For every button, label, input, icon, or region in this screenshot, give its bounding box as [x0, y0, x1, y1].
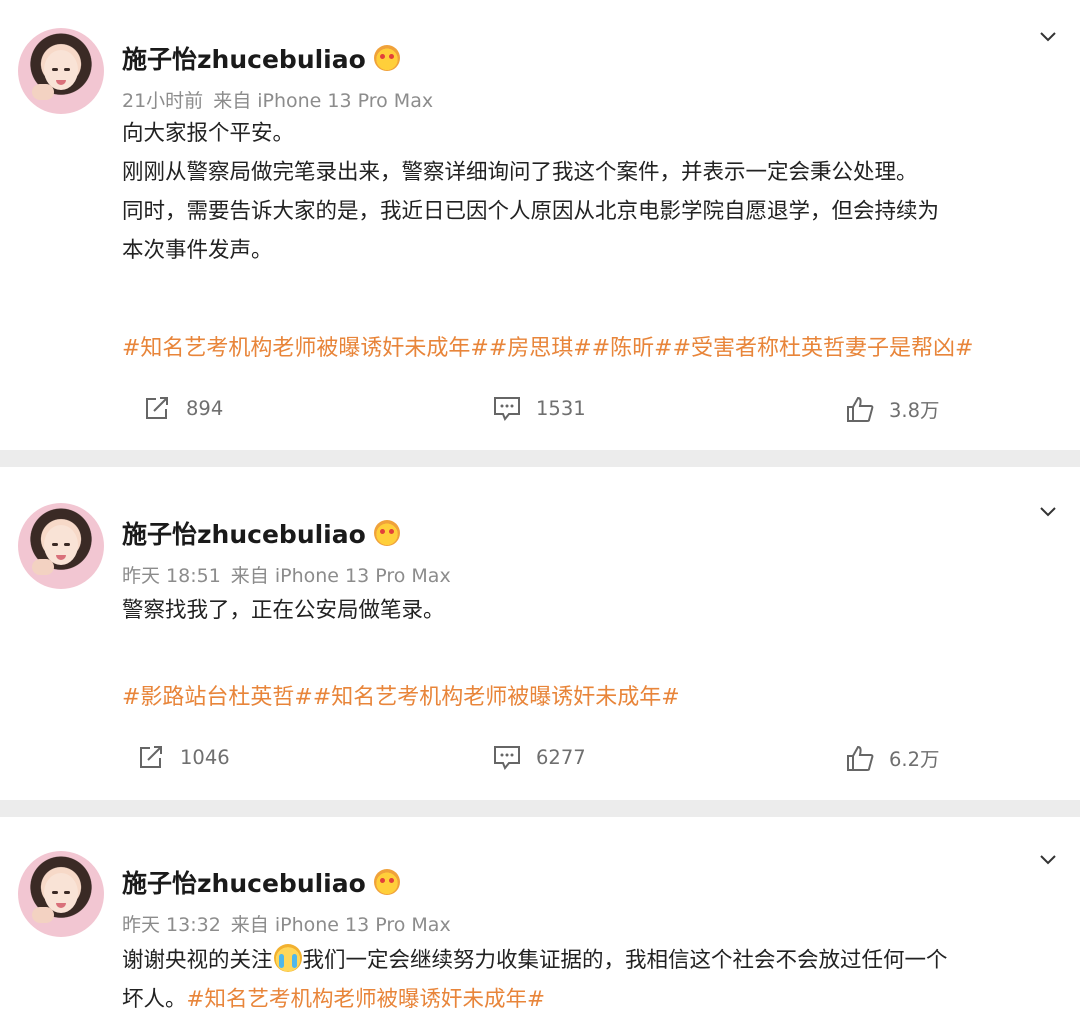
post-source: 来自 iPhone 13 Pro Max	[230, 914, 451, 936]
post-line: 刚刚从警察局做完笔录出来，警察详细询问了我这个案件，并表示一定会秉公处理。	[122, 160, 918, 185]
comment-button[interactable]: 6277	[492, 743, 586, 771]
post-body: 谢谢央视的关注 我们一定会继续努力收集证据的，我相信这个社会不会放过任何一个 坏人…	[122, 941, 1062, 1019]
post-body: 向大家报个平安。 刚刚从警察局做完笔录出来，警察详细询问了我这个案件，并表示一定…	[122, 114, 1062, 270]
repost-button[interactable]: 894	[142, 394, 223, 422]
post-text: 我们一定会继续努力收集证据的，我相信这个社会不会放过任何一个	[302, 948, 948, 973]
post-time: 昨天 18:51	[122, 565, 221, 587]
post-meta: 昨天 13:32 来自 iPhone 13 Pro Max	[122, 910, 451, 937]
post-line: 向大家报个平安。	[122, 121, 295, 146]
comment-count: 6277	[536, 745, 586, 769]
like-count: 3.8万	[889, 399, 940, 422]
post-source: 来自 iPhone 13 Pro Max	[230, 565, 451, 587]
action-bar: 1046 6277 6.2万	[0, 743, 1080, 783]
post-line: 本次事件发声。	[122, 238, 273, 263]
username[interactable]: 施子怡zhucebuliao	[122, 515, 366, 551]
vip-badge-icon	[373, 520, 400, 546]
post-meta: 21小时前 来自 iPhone 13 Pro Max	[122, 86, 433, 113]
chevron-down-icon[interactable]	[1038, 501, 1058, 521]
post-body: 警察找我了，正在公安局做笔录。	[122, 591, 1062, 630]
post-line: 警察找我了，正在公安局做笔录。	[122, 598, 445, 623]
username[interactable]: 施子怡zhucebuliao	[122, 40, 366, 76]
hashtags[interactable]: #知名艺考机构老师被曝诱奸未成年##房思琪##陈昕##受害者称杜英哲妻子是帮凶#	[122, 330, 1062, 362]
vip-badge-icon	[373, 869, 400, 895]
username[interactable]: 施子怡zhucebuliao	[122, 864, 366, 900]
like-count: 6.2万	[889, 748, 940, 771]
weibo-post-2: 施子怡zhucebuliao 昨天 18:51 来自 iPhone 13 Pro…	[0, 467, 1080, 800]
weibo-post-3: 施子怡zhucebuliao 昨天 13:32 来自 iPhone 13 Pro…	[0, 817, 1080, 1031]
user-name-row: 施子怡zhucebuliao	[122, 513, 400, 553]
like-icon	[847, 745, 874, 771]
post-time: 昨天 13:32	[122, 914, 221, 936]
avatar[interactable]	[18, 851, 104, 937]
comment-count: 1531	[536, 396, 586, 420]
avatar[interactable]	[18, 28, 104, 114]
avatar[interactable]	[18, 503, 104, 589]
post-source: 来自 iPhone 13 Pro Max	[213, 90, 434, 112]
post-line: 谢谢央视的关注 我们一定会继续努力收集证据的，我相信这个社会不会放过任何一个	[122, 941, 1062, 980]
chevron-down-icon[interactable]	[1038, 849, 1058, 869]
post-line: 坏人。#知名艺考机构老师被曝诱奸未成年#	[122, 980, 1062, 1019]
post-line: 同时，需要告诉大家的是，我近日已因个人原因从北京电影学院自愿退学，但会持续为	[122, 199, 940, 224]
repost-icon	[146, 397, 168, 419]
repost-button[interactable]: 1046	[136, 743, 230, 771]
like-button[interactable]: 3.8万	[845, 394, 940, 423]
post-text: 谢谢央视的关注	[122, 948, 273, 973]
hashtags[interactable]: #影路站台杜英哲##知名艺考机构老师被曝诱奸未成年#	[122, 679, 1062, 711]
post-text: 坏人。	[122, 987, 187, 1012]
repost-icon	[140, 746, 162, 768]
repost-count: 894	[186, 396, 224, 420]
crying-emoji-icon	[273, 944, 302, 972]
hashtag[interactable]: #知名艺考机构老师被曝诱奸未成年#	[187, 987, 546, 1012]
post-time: 21小时前	[122, 90, 204, 112]
like-button[interactable]: 6.2万	[845, 743, 940, 772]
user-name-row: 施子怡zhucebuliao	[122, 862, 400, 902]
repost-count: 1046	[180, 745, 230, 769]
vip-badge-icon	[373, 45, 400, 71]
comment-button[interactable]: 1531	[492, 394, 586, 422]
chevron-down-icon[interactable]	[1038, 26, 1058, 46]
like-icon	[847, 396, 874, 422]
weibo-post-1: 施子怡zhucebuliao 21小时前 来自 iPhone 13 Pro Ma…	[0, 0, 1080, 450]
user-name-row: 施子怡zhucebuliao	[122, 38, 400, 78]
post-meta: 昨天 18:51 来自 iPhone 13 Pro Max	[122, 561, 451, 588]
comment-icon	[494, 397, 520, 421]
comment-icon	[494, 746, 520, 770]
action-bar: 894 1531 3.8万	[0, 394, 1080, 434]
